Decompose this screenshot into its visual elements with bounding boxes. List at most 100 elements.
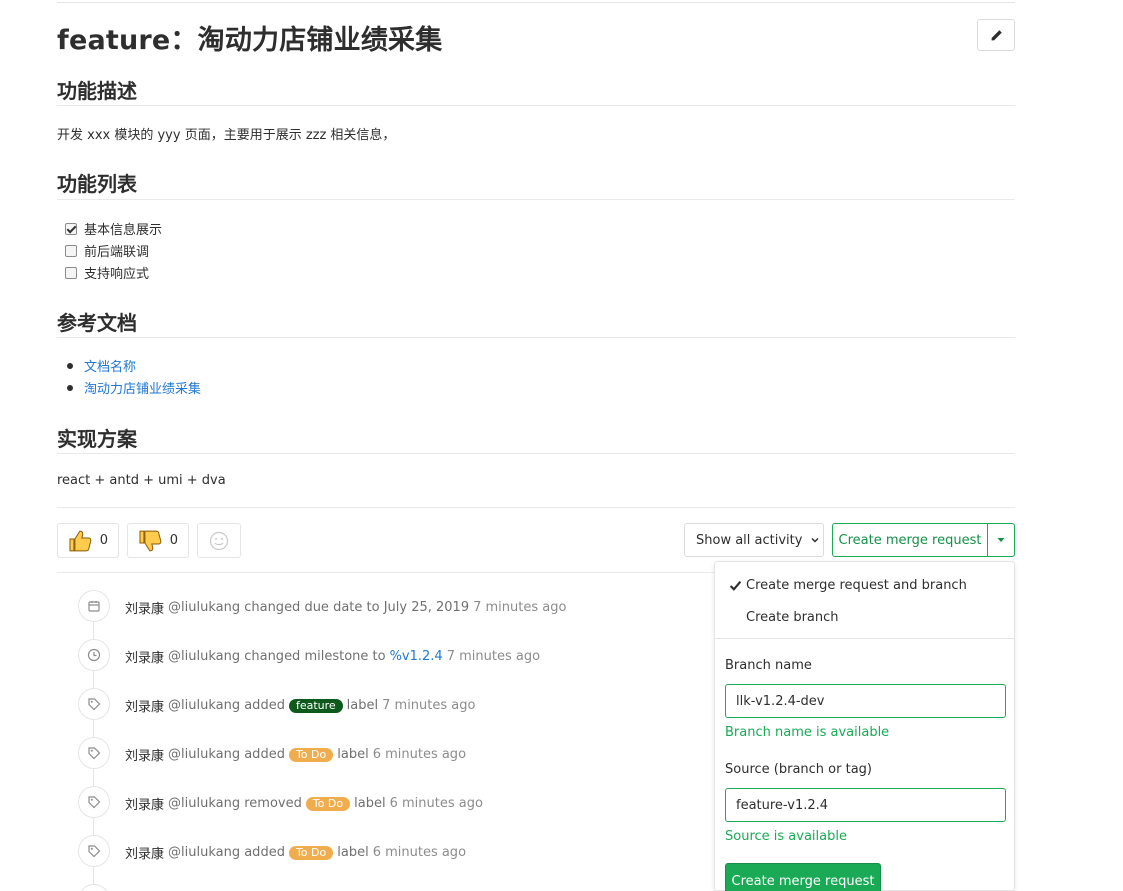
timeline-entry: 刘录康 @liulukang removed To Do label 6 min… xyxy=(125,794,483,813)
author-name[interactable]: 刘录康 xyxy=(125,745,164,764)
milestone-link[interactable]: %v1.2.4 xyxy=(390,649,443,664)
activity-filter-dropdown[interactable]: Show all activity xyxy=(684,523,824,557)
option-create-branch[interactable]: Create branch xyxy=(715,610,1014,625)
entry-text: @liulukang added xyxy=(168,845,285,860)
entry-text: @liulukang added xyxy=(168,698,285,713)
checkmark-icon xyxy=(729,581,742,591)
author-name[interactable]: 刘录康 xyxy=(125,647,164,666)
timeline-icon xyxy=(78,590,110,622)
thumbs-down-count: 0 xyxy=(169,533,178,548)
branch-name-label: Branch name xyxy=(725,658,812,673)
timeline-icon xyxy=(78,639,110,671)
author-name[interactable]: 刘录康 xyxy=(125,794,164,813)
timeline-icon xyxy=(78,786,110,818)
doc-link[interactable]: 文档名称 xyxy=(84,356,136,375)
task-item: 基本信息展示 xyxy=(65,219,162,238)
create-merge-request-label: Create merge request xyxy=(838,532,982,548)
thumbs-up-icon xyxy=(69,530,92,551)
entry-time: 7 minutes ago xyxy=(446,649,541,664)
list-heading: 功能列表 xyxy=(57,172,137,196)
chevron-down-icon xyxy=(811,537,819,543)
task-checkbox[interactable] xyxy=(65,266,77,279)
thumbs-up-button[interactable]: 0 xyxy=(57,523,119,558)
timeline-entry: 刘录康 @liulukang changed milestone to %v1.… xyxy=(125,647,540,666)
entry-text: @liulukang removed xyxy=(168,796,302,811)
entry-time: 7 minutes ago xyxy=(382,698,476,713)
doc-link[interactable]: 淘动力店铺业绩采集 xyxy=(84,378,201,397)
label-badge-todo[interactable]: To Do xyxy=(305,796,351,811)
clock-icon xyxy=(87,648,101,662)
timeline-entry: 刘录康 @liulukang added To Do label 6 minut… xyxy=(125,843,466,862)
create-mr-dropdown: Create merge request and branch Create b… xyxy=(714,561,1015,891)
thumbs-down-button[interactable]: 0 xyxy=(127,523,189,558)
docs-heading: 参考文档 xyxy=(57,311,137,335)
heading-divider xyxy=(57,199,1015,200)
option-label: Create branch xyxy=(746,610,839,625)
task-label: 支持响应式 xyxy=(84,267,150,282)
task-checkbox[interactable] xyxy=(65,222,77,235)
issue-title: feature：淘动力店铺业绩采集 xyxy=(57,25,443,56)
source-available-message: Source is available xyxy=(725,829,847,844)
tag-icon xyxy=(88,698,101,711)
label-badge-todo[interactable]: To Do xyxy=(288,845,334,860)
branch-available-message: Branch name is available xyxy=(725,725,890,740)
add-reaction-button[interactable] xyxy=(197,523,241,558)
pencil-icon xyxy=(991,29,1002,40)
author-name[interactable]: 刘录康 xyxy=(125,598,164,617)
timeline-entry: 刘录康 @liulukang added feature label 7 min… xyxy=(125,696,475,715)
task-checkbox[interactable] xyxy=(65,244,77,257)
tag-icon xyxy=(88,796,101,809)
timeline-icon xyxy=(78,688,110,720)
option-label: Create merge request and branch xyxy=(746,578,967,593)
author-name[interactable]: 刘录康 xyxy=(125,696,164,715)
activity-filter-label: Show all activity xyxy=(696,532,803,548)
entry-time: 6 minutes ago xyxy=(389,796,483,811)
label-badge-feature[interactable]: feature xyxy=(288,698,343,713)
list-item: 淘动力店铺业绩采集 xyxy=(67,378,201,397)
entry-text: @liulukang added xyxy=(168,747,285,762)
tag-icon xyxy=(88,747,101,760)
entry-text-suffix: label xyxy=(346,698,379,713)
timeline-icon xyxy=(78,835,110,867)
thumbs-down-icon xyxy=(139,530,162,551)
features-heading: 功能描述 xyxy=(57,79,137,103)
entry-time: 6 minutes ago xyxy=(372,845,467,860)
timeline-icon xyxy=(78,884,110,891)
task-item: 前后端联调 xyxy=(65,241,149,260)
entry-text: @liulukang changed due date to July 25, … xyxy=(168,600,470,615)
impl-text: react + antd + umi + dva xyxy=(57,473,226,488)
smiley-icon xyxy=(209,531,229,550)
features-text: 开发 xxx 模块的 yyy 页面，主要用于展示 zzz 相关信息， xyxy=(57,128,396,143)
submit-create-merge-request-button[interactable]: Create merge request xyxy=(725,863,881,891)
top-divider xyxy=(57,2,1015,3)
task-label: 基本信息展示 xyxy=(84,223,163,238)
create-merge-request-button[interactable]: Create merge request xyxy=(832,523,988,557)
entry-text-suffix: label xyxy=(337,747,369,762)
bullet xyxy=(67,362,73,369)
task-item: 支持响应式 xyxy=(65,263,149,282)
branch-name-input[interactable]: llk-v1.2.4-dev xyxy=(725,684,1006,718)
bullet xyxy=(67,384,73,391)
entry-time: 7 minutes ago xyxy=(473,600,567,615)
entry-text: @liulukang changed milestone to xyxy=(168,649,386,664)
entry-text-suffix: label xyxy=(337,845,369,860)
timeline-entry: 刘录康 @liulukang added To Do label 6 minut… xyxy=(125,745,466,764)
tag-icon xyxy=(88,845,101,858)
calendar-icon xyxy=(88,601,100,612)
heading-divider xyxy=(57,105,1015,106)
entry-time: 6 minutes ago xyxy=(372,747,467,762)
heading-divider xyxy=(57,337,1015,338)
source-input[interactable]: feature-v1.2.4 xyxy=(725,788,1006,822)
caret-down-icon xyxy=(997,538,1005,542)
label-badge-todo[interactable]: To Do xyxy=(288,747,334,762)
list-item: 文档名称 xyxy=(67,356,136,375)
dropdown-divider xyxy=(715,638,1014,639)
source-label: Source (branch or tag) xyxy=(725,762,872,777)
thumbs-up-count: 0 xyxy=(99,533,108,548)
create-mr-caret-button[interactable] xyxy=(987,523,1015,557)
section-divider xyxy=(57,507,1015,508)
timeline-icon xyxy=(78,737,110,769)
option-create-mr-and-branch[interactable]: Create merge request and branch xyxy=(715,578,1014,593)
author-name[interactable]: 刘录康 xyxy=(125,843,164,862)
edit-title-button[interactable] xyxy=(977,19,1015,51)
